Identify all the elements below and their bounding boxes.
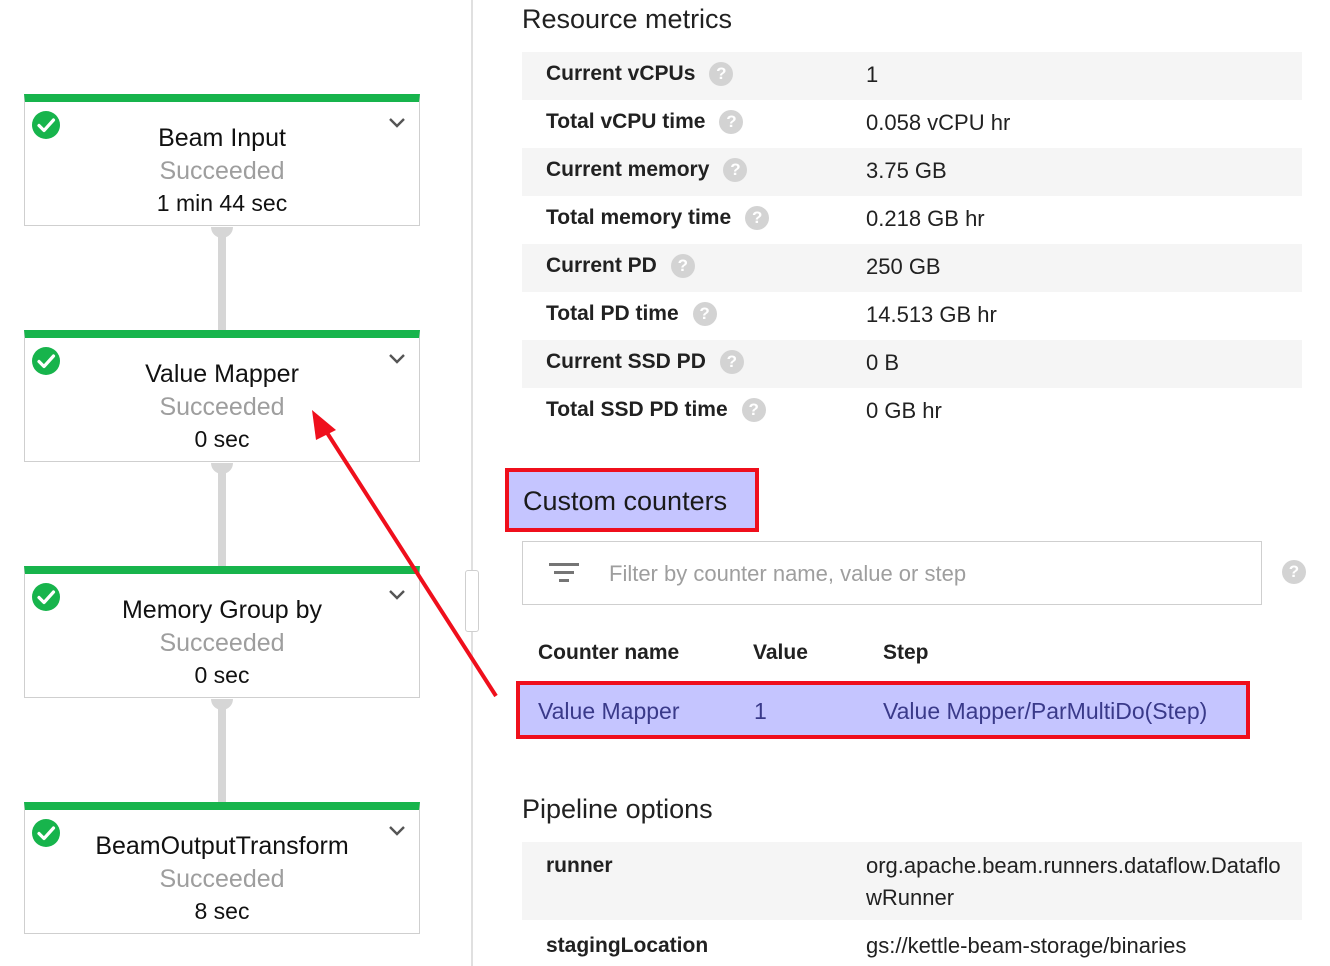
metric-value: 0.218 GB hr: [866, 206, 985, 231]
step-node-value-mapper[interactable]: Value Mapper Succeeded 0 sec: [24, 330, 420, 462]
metric-value: 3.75 GB: [866, 158, 947, 183]
step-title: Value Mapper: [145, 360, 299, 388]
counter-value-cell: 1: [754, 698, 767, 724]
step-duration: 0 sec: [194, 426, 250, 452]
connector-line: [218, 699, 226, 803]
step-title: Beam Input: [158, 124, 286, 152]
help-icon[interactable]: ?: [1282, 560, 1306, 584]
help-icon[interactable]: ?: [719, 350, 744, 374]
step-duration: 0 sec: [194, 662, 250, 688]
help-icon[interactable]: ?: [692, 302, 717, 326]
column-header-value[interactable]: Value: [753, 641, 808, 665]
metric-value: 250 GB: [866, 254, 941, 279]
help-icon[interactable]: ?: [723, 158, 748, 182]
help-icon[interactable]: ?: [670, 254, 695, 278]
resource-metrics-title: Resource metrics: [522, 4, 733, 34]
step-node-memory-group-by[interactable]: Memory Group by Succeeded 0 sec: [24, 566, 420, 698]
step-status: Succeeded: [159, 393, 285, 421]
connector-dot: [211, 227, 233, 238]
metric-value: 0 GB hr: [866, 398, 942, 423]
step-duration: 8 sec: [194, 898, 250, 924]
metric-label: Current vCPUs: [546, 62, 696, 85]
panel-divider: [471, 0, 473, 966]
column-header-step[interactable]: Step: [883, 641, 929, 665]
step-node-beam-input[interactable]: Beam Input Succeeded 1 min 44 sec: [24, 94, 420, 226]
metric-row: Current PD? 250 GB: [522, 244, 1302, 292]
metric-row: Total vCPU time? 0.058 vCPU hr: [522, 100, 1302, 148]
custom-counters-title: Custom counters: [523, 486, 728, 516]
metric-value: 0 B: [866, 350, 900, 375]
counter-name-cell: Value Mapper: [538, 698, 680, 724]
column-header-counter-name[interactable]: Counter name: [538, 641, 679, 665]
counter-filter[interactable]: [522, 541, 1262, 605]
metric-label: Total SSD PD time: [546, 398, 728, 421]
metric-row: Current memory? 3.75 GB: [522, 148, 1302, 196]
metric-label: Total vCPU time: [546, 110, 706, 133]
metric-label: Current SSD PD: [546, 350, 706, 373]
option-label: stagingLocation: [546, 934, 709, 957]
metric-row: Total PD time? 14.513 GB hr: [522, 292, 1302, 340]
metric-row: Current vCPUs? 1: [522, 52, 1302, 100]
option-value: org.apache.beam.runners.dataflow.Dataflo…: [866, 853, 1281, 910]
help-icon[interactable]: ?: [741, 398, 766, 422]
help-icon[interactable]: ?: [709, 62, 734, 86]
connector-line: [218, 227, 226, 331]
step-status: Succeeded: [159, 629, 285, 657]
step-title: Memory Group by: [121, 596, 323, 624]
metric-label: Total PD time: [546, 302, 679, 325]
panel-resize-handle[interactable]: [465, 570, 479, 632]
counter-step-cell: Value Mapper/ParMultiDo(Step): [883, 698, 1208, 724]
help-icon[interactable]: ?: [719, 110, 744, 134]
step-title: BeamOutputTransform: [95, 832, 349, 860]
pipeline-options-title: Pipeline options: [522, 794, 713, 824]
filter-icon: [549, 563, 579, 582]
option-row: stagingLocation gs://kettle-beam-storage…: [522, 920, 1302, 966]
connector-line: [218, 463, 226, 567]
option-value: gs://kettle-beam-storage/binaries: [866, 933, 1187, 958]
metric-label: Current memory: [546, 158, 710, 181]
metric-value: 0.058 vCPU hr: [866, 110, 1011, 135]
metric-value: 14.513 GB hr: [866, 302, 997, 327]
option-label: runner: [546, 854, 613, 877]
metric-row: Total memory time? 0.218 GB hr: [522, 196, 1302, 244]
step-node-beam-output-transform[interactable]: BeamOutputTransform Succeeded 8 sec: [24, 802, 420, 934]
step-duration: 1 min 44 sec: [156, 190, 288, 216]
custom-counters-highlight: Custom counters: [505, 468, 759, 532]
connector-dot: [211, 699, 233, 710]
metric-row: Current SSD PD? 0 B: [522, 340, 1302, 388]
metric-value: 1: [866, 62, 879, 87]
table-row[interactable]: Value Mapper 1 Value Mapper/ParMultiDo(S…: [516, 681, 1250, 739]
step-status: Succeeded: [159, 865, 285, 893]
filter-input[interactable]: [607, 556, 1231, 592]
help-icon[interactable]: ?: [745, 206, 770, 230]
connector-dot: [211, 463, 233, 474]
metric-label: Current PD: [546, 254, 657, 277]
metric-row: Total SSD PD time? 0 GB hr: [522, 388, 1302, 436]
option-row: runner org.apache.beam.runners.dataflow.…: [522, 842, 1302, 920]
metric-label: Total memory time: [546, 206, 732, 229]
step-status: Succeeded: [159, 157, 285, 185]
